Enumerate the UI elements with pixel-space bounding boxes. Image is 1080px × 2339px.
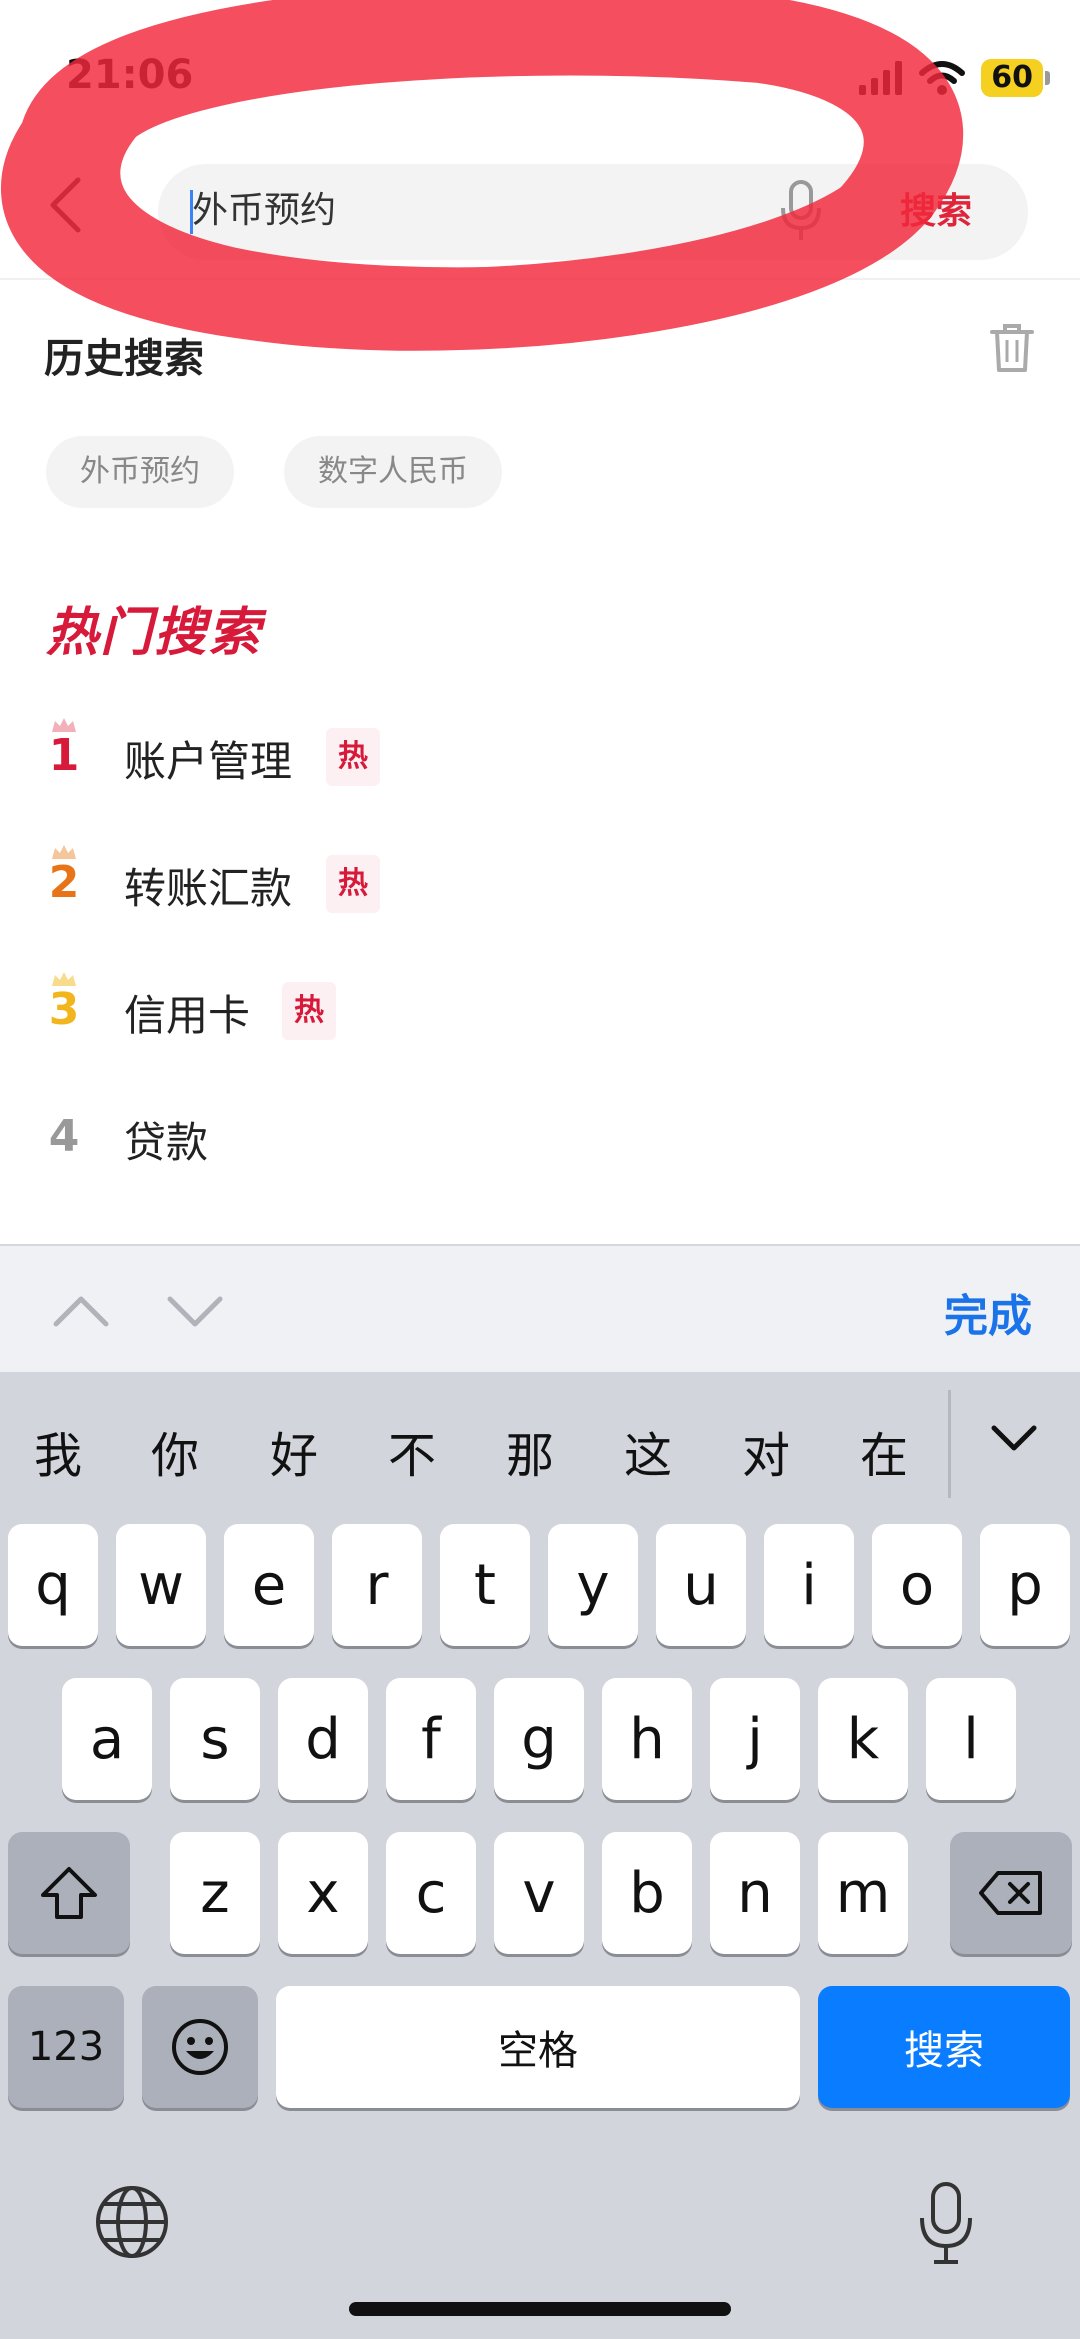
candidate-word[interactable]: 在 bbox=[860, 1416, 908, 1486]
key-q[interactable]: q bbox=[8, 1524, 98, 1646]
emoji-icon bbox=[172, 2019, 228, 2075]
trash-icon bbox=[990, 324, 1034, 372]
previous-field-button[interactable] bbox=[46, 1276, 116, 1346]
signal-icon bbox=[859, 61, 903, 95]
key-l[interactable]: l bbox=[926, 1678, 1016, 1800]
key-k[interactable]: k bbox=[818, 1678, 908, 1800]
key-j[interactable]: j bbox=[710, 1678, 800, 1800]
key-n[interactable]: n bbox=[710, 1832, 800, 1954]
key-p[interactable]: p bbox=[980, 1524, 1070, 1646]
keyboard: 我 你 好 不 那 这 对 在 q w e r t y u i o p a s … bbox=[0, 1372, 1080, 2339]
header-divider bbox=[0, 278, 1080, 280]
microphone-icon bbox=[920, 2182, 972, 2264]
microphone-icon bbox=[781, 180, 821, 240]
history-chip[interactable]: 外币预约 bbox=[46, 436, 234, 508]
wifi-icon bbox=[919, 61, 966, 95]
status-time: 21:06 bbox=[66, 52, 194, 98]
key-d[interactable]: d bbox=[278, 1678, 368, 1800]
rank-number: 2 bbox=[48, 857, 80, 908]
key-y[interactable]: y bbox=[548, 1524, 638, 1646]
rank-number: 4 bbox=[48, 1111, 80, 1162]
hot-badge: 热 bbox=[282, 982, 336, 1040]
key-o[interactable]: o bbox=[872, 1524, 962, 1646]
back-button[interactable] bbox=[38, 170, 98, 240]
candidate-word[interactable]: 对 bbox=[742, 1416, 790, 1486]
chevron-up-icon bbox=[53, 1296, 109, 1327]
history-title: 历史搜索 bbox=[44, 336, 204, 382]
key-x[interactable]: x bbox=[278, 1832, 368, 1954]
shift-icon bbox=[41, 1867, 97, 1919]
key-a[interactable]: a bbox=[62, 1678, 152, 1800]
rank-number: 3 bbox=[48, 984, 80, 1035]
hot-search-title: 热门搜索 bbox=[46, 603, 263, 663]
candidate-word[interactable]: 这 bbox=[624, 1416, 672, 1486]
key-m[interactable]: m bbox=[818, 1832, 908, 1954]
key-i[interactable]: i bbox=[764, 1524, 854, 1646]
candidate-word[interactable]: 好 bbox=[270, 1416, 318, 1486]
hot-item-label: 转账汇款 bbox=[124, 864, 293, 913]
hot-item-label: 信用卡 bbox=[124, 991, 251, 1040]
numbers-key[interactable]: 123 bbox=[8, 1986, 124, 2108]
home-indicator bbox=[349, 2302, 731, 2316]
history-chip[interactable]: 数字人民币 bbox=[284, 436, 502, 508]
space-key[interactable]: 空格 bbox=[276, 1986, 800, 2108]
chevron-left-icon bbox=[50, 177, 81, 233]
battery-indicator: 60 bbox=[981, 59, 1043, 97]
hot-item-label: 贷款 bbox=[124, 1118, 209, 1167]
rank-number: 1 bbox=[48, 730, 80, 781]
keyboard-accessory-bar: 完成 bbox=[0, 1244, 1080, 1374]
key-r[interactable]: r bbox=[332, 1524, 422, 1646]
chevron-down-icon bbox=[167, 1296, 223, 1327]
candidate-separator bbox=[948, 1390, 951, 1498]
hot-search-item[interactable]: 3 信用卡 热 bbox=[44, 972, 844, 1052]
hot-search-item[interactable]: 4 贷款 bbox=[44, 1099, 844, 1179]
hot-badge: 热 bbox=[326, 728, 380, 786]
search-submit-button[interactable]: 搜索 bbox=[900, 182, 972, 234]
chevron-down-icon bbox=[991, 1425, 1037, 1451]
search-input[interactable] bbox=[192, 180, 752, 240]
done-button[interactable]: 完成 bbox=[944, 1280, 1032, 1344]
status-icons: 60 bbox=[859, 56, 1050, 100]
hot-search-item[interactable]: 2 转账汇款 热 bbox=[44, 845, 844, 925]
hot-item-label: 账户管理 bbox=[124, 737, 293, 786]
keyboard-search-key[interactable]: 搜索 bbox=[818, 1986, 1070, 2108]
key-u[interactable]: u bbox=[656, 1524, 746, 1646]
hot-badge: 热 bbox=[326, 855, 380, 913]
battery-tip bbox=[1045, 71, 1050, 85]
backspace-key[interactable] bbox=[950, 1832, 1072, 1954]
key-f[interactable]: f bbox=[386, 1678, 476, 1800]
key-h[interactable]: h bbox=[602, 1678, 692, 1800]
candidate-word[interactable]: 我 bbox=[34, 1416, 82, 1486]
key-t[interactable]: t bbox=[440, 1524, 530, 1646]
key-v[interactable]: v bbox=[494, 1832, 584, 1954]
next-field-button[interactable] bbox=[160, 1276, 230, 1346]
candidate-word[interactable]: 不 bbox=[388, 1416, 436, 1486]
key-g[interactable]: g bbox=[494, 1678, 584, 1800]
shift-key[interactable] bbox=[8, 1832, 130, 1954]
key-w[interactable]: w bbox=[116, 1524, 206, 1646]
dictation-button[interactable] bbox=[918, 2180, 974, 2266]
globe-button[interactable] bbox=[92, 2182, 172, 2262]
backspace-icon bbox=[979, 1871, 1042, 1915]
globe-icon bbox=[96, 2186, 168, 2258]
expand-candidates-button[interactable] bbox=[988, 1412, 1040, 1464]
key-z[interactable]: z bbox=[170, 1832, 260, 1954]
key-e[interactable]: e bbox=[224, 1524, 314, 1646]
hot-search-item[interactable]: 1 账户管理 热 bbox=[44, 718, 844, 798]
candidate-bar: 我 你 好 不 那 这 对 在 bbox=[0, 1372, 1080, 1516]
key-s[interactable]: s bbox=[170, 1678, 260, 1800]
key-b[interactable]: b bbox=[602, 1832, 692, 1954]
candidate-word[interactable]: 那 bbox=[506, 1416, 554, 1486]
key-c[interactable]: c bbox=[386, 1832, 476, 1954]
clear-history-button[interactable] bbox=[990, 322, 1034, 374]
emoji-key[interactable] bbox=[142, 1986, 258, 2108]
voice-search-button[interactable] bbox=[780, 180, 822, 242]
candidate-word[interactable]: 你 bbox=[151, 1416, 199, 1486]
